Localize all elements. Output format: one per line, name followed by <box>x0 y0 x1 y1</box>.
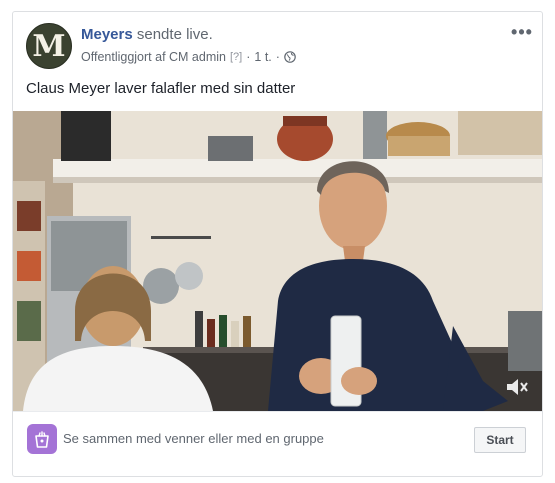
start-watch-party-button[interactable]: Start <box>474 427 526 453</box>
post-title-line: Meyers sendte live. <box>81 26 213 43</box>
more-options-button[interactable]: ••• <box>510 22 534 42</box>
page-avatar[interactable]: M <box>26 23 72 69</box>
watch-party-text: Se sammen med venner eller med en gruppe <box>63 431 324 446</box>
globe-icon[interactable] <box>284 51 296 63</box>
post-action-text: sendte live. <box>136 26 213 43</box>
meta-separator-2: · <box>275 50 280 64</box>
post-card: M Meyers sendte live. Offentliggjort af … <box>12 11 543 477</box>
page-name-link[interactable]: Meyers <box>81 26 133 43</box>
watch-party-bar: Se sammen med venner eller med en gruppe… <box>13 411 542 476</box>
avatar-letter: M <box>32 29 66 64</box>
post-message: Claus Meyer laver falafler med sin datte… <box>26 80 296 97</box>
post-header: M Meyers sendte live. Offentliggjort af … <box>13 12 542 72</box>
ellipsis-icon: ••• <box>511 21 533 42</box>
post-meta: Offentliggjort af CM admin [?] · 1 t. · <box>81 50 296 64</box>
published-by: Offentliggjort af CM admin <box>81 50 226 64</box>
live-video[interactable] <box>13 111 542 411</box>
timestamp-link[interactable]: 1 t. <box>254 50 271 64</box>
help-marker[interactable]: [?] <box>230 51 242 63</box>
video-frame <box>13 111 542 411</box>
meta-separator: · <box>246 50 251 64</box>
watch-party-icon <box>27 424 57 454</box>
volume-muted-icon[interactable] <box>504 375 530 399</box>
